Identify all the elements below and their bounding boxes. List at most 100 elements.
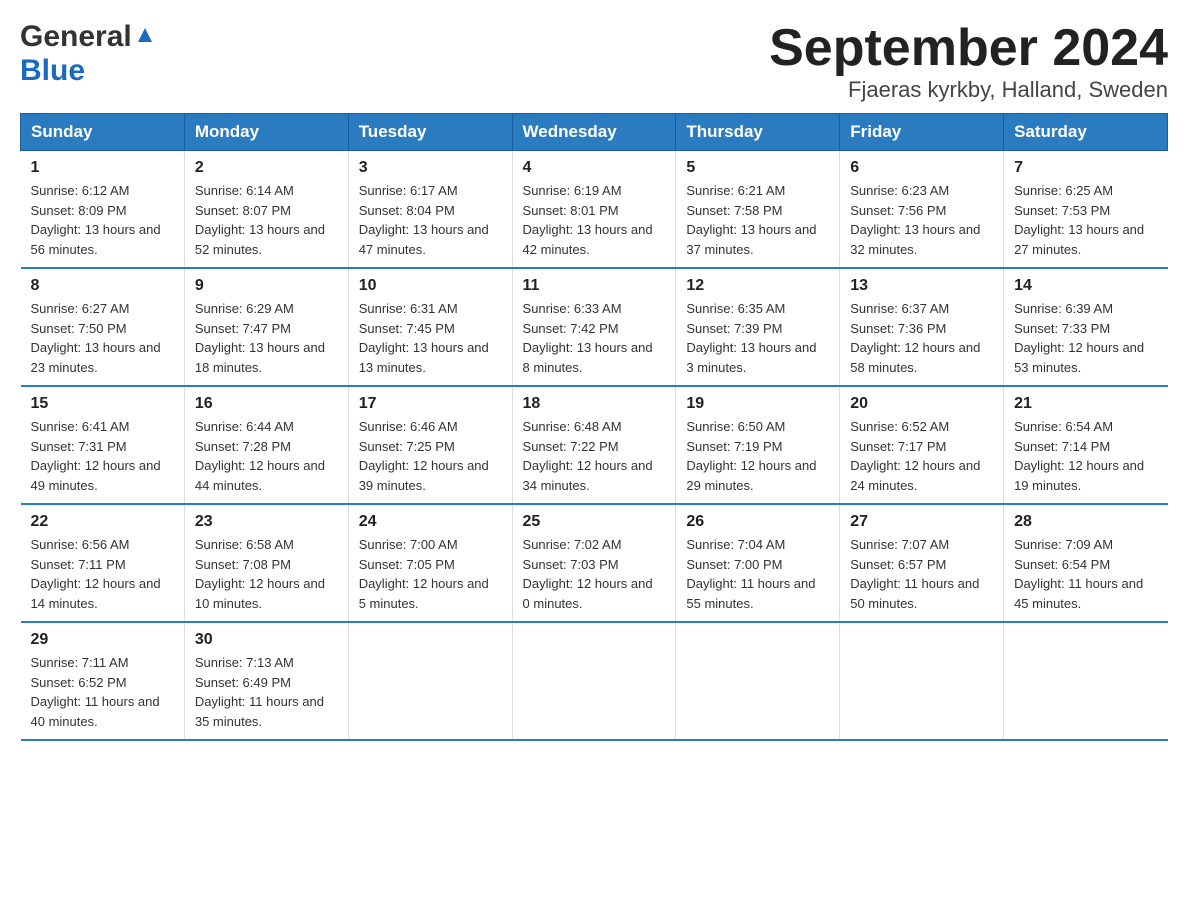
calendar-header: Sunday Monday Tuesday Wednesday Thursday… <box>21 114 1168 151</box>
day-info: Sunrise: 6:50 AM Sunset: 7:19 PM Dayligh… <box>686 417 829 495</box>
calendar-cell: 1 Sunrise: 6:12 AM Sunset: 8:09 PM Dayli… <box>21 151 185 269</box>
calendar-cell: 21 Sunrise: 6:54 AM Sunset: 7:14 PM Dayl… <box>1004 386 1168 504</box>
calendar-table: Sunday Monday Tuesday Wednesday Thursday… <box>20 113 1168 741</box>
calendar-cell: 4 Sunrise: 6:19 AM Sunset: 8:01 PM Dayli… <box>512 151 676 269</box>
calendar-cell: 11 Sunrise: 6:33 AM Sunset: 7:42 PM Dayl… <box>512 268 676 386</box>
day-number: 15 <box>31 395 174 413</box>
location-title: Fjaeras kyrkby, Halland, Sweden <box>769 77 1168 103</box>
day-info: Sunrise: 6:58 AM Sunset: 7:08 PM Dayligh… <box>195 535 338 613</box>
calendar-week-row: 15 Sunrise: 6:41 AM Sunset: 7:31 PM Dayl… <box>21 386 1168 504</box>
day-number: 8 <box>31 277 174 295</box>
page-header: General Blue September 2024 Fjaeras kyrk… <box>20 20 1168 103</box>
header-friday: Friday <box>840 114 1004 151</box>
header-sunday: Sunday <box>21 114 185 151</box>
day-info: Sunrise: 7:09 AM Sunset: 6:54 PM Dayligh… <box>1014 535 1157 613</box>
day-number: 30 <box>195 631 338 649</box>
header-wednesday: Wednesday <box>512 114 676 151</box>
day-number: 16 <box>195 395 338 413</box>
day-number: 10 <box>359 277 502 295</box>
weekday-header-row: Sunday Monday Tuesday Wednesday Thursday… <box>21 114 1168 151</box>
day-number: 20 <box>850 395 993 413</box>
day-number: 4 <box>523 159 666 177</box>
calendar-cell <box>348 622 512 740</box>
day-info: Sunrise: 6:54 AM Sunset: 7:14 PM Dayligh… <box>1014 417 1157 495</box>
day-number: 13 <box>850 277 993 295</box>
day-number: 29 <box>31 631 174 649</box>
calendar-cell: 28 Sunrise: 7:09 AM Sunset: 6:54 PM Dayl… <box>1004 504 1168 622</box>
day-number: 2 <box>195 159 338 177</box>
day-number: 19 <box>686 395 829 413</box>
calendar-week-row: 22 Sunrise: 6:56 AM Sunset: 7:11 PM Dayl… <box>21 504 1168 622</box>
day-info: Sunrise: 6:39 AM Sunset: 7:33 PM Dayligh… <box>1014 299 1157 377</box>
calendar-cell: 7 Sunrise: 6:25 AM Sunset: 7:53 PM Dayli… <box>1004 151 1168 269</box>
day-info: Sunrise: 6:25 AM Sunset: 7:53 PM Dayligh… <box>1014 181 1157 259</box>
day-info: Sunrise: 6:27 AM Sunset: 7:50 PM Dayligh… <box>31 299 174 377</box>
day-number: 24 <box>359 513 502 531</box>
calendar-cell: 8 Sunrise: 6:27 AM Sunset: 7:50 PM Dayli… <box>21 268 185 386</box>
calendar-cell: 16 Sunrise: 6:44 AM Sunset: 7:28 PM Dayl… <box>184 386 348 504</box>
day-number: 27 <box>850 513 993 531</box>
calendar-cell: 3 Sunrise: 6:17 AM Sunset: 8:04 PM Dayli… <box>348 151 512 269</box>
calendar-cell: 22 Sunrise: 6:56 AM Sunset: 7:11 PM Dayl… <box>21 504 185 622</box>
day-info: Sunrise: 6:35 AM Sunset: 7:39 PM Dayligh… <box>686 299 829 377</box>
day-info: Sunrise: 7:07 AM Sunset: 6:57 PM Dayligh… <box>850 535 993 613</box>
day-info: Sunrise: 6:41 AM Sunset: 7:31 PM Dayligh… <box>31 417 174 495</box>
calendar-cell: 9 Sunrise: 6:29 AM Sunset: 7:47 PM Dayli… <box>184 268 348 386</box>
day-number: 9 <box>195 277 338 295</box>
header-saturday: Saturday <box>1004 114 1168 151</box>
day-info: Sunrise: 7:04 AM Sunset: 7:00 PM Dayligh… <box>686 535 829 613</box>
day-info: Sunrise: 7:13 AM Sunset: 6:49 PM Dayligh… <box>195 653 338 731</box>
day-number: 17 <box>359 395 502 413</box>
day-number: 23 <box>195 513 338 531</box>
day-info: Sunrise: 6:48 AM Sunset: 7:22 PM Dayligh… <box>523 417 666 495</box>
calendar-cell: 15 Sunrise: 6:41 AM Sunset: 7:31 PM Dayl… <box>21 386 185 504</box>
logo: General Blue <box>20 20 156 88</box>
day-info: Sunrise: 6:44 AM Sunset: 7:28 PM Dayligh… <box>195 417 338 495</box>
day-info: Sunrise: 6:23 AM Sunset: 7:56 PM Dayligh… <box>850 181 993 259</box>
day-number: 25 <box>523 513 666 531</box>
calendar-cell: 18 Sunrise: 6:48 AM Sunset: 7:22 PM Dayl… <box>512 386 676 504</box>
day-number: 26 <box>686 513 829 531</box>
day-number: 11 <box>523 277 666 295</box>
day-info: Sunrise: 6:19 AM Sunset: 8:01 PM Dayligh… <box>523 181 666 259</box>
calendar-cell <box>512 622 676 740</box>
calendar-cell: 19 Sunrise: 6:50 AM Sunset: 7:19 PM Dayl… <box>676 386 840 504</box>
calendar-cell: 6 Sunrise: 6:23 AM Sunset: 7:56 PM Dayli… <box>840 151 1004 269</box>
day-info: Sunrise: 6:31 AM Sunset: 7:45 PM Dayligh… <box>359 299 502 377</box>
header-monday: Monday <box>184 114 348 151</box>
calendar-week-row: 8 Sunrise: 6:27 AM Sunset: 7:50 PM Dayli… <box>21 268 1168 386</box>
day-info: Sunrise: 7:02 AM Sunset: 7:03 PM Dayligh… <box>523 535 666 613</box>
day-info: Sunrise: 6:37 AM Sunset: 7:36 PM Dayligh… <box>850 299 993 377</box>
calendar-cell: 12 Sunrise: 6:35 AM Sunset: 7:39 PM Dayl… <box>676 268 840 386</box>
day-number: 12 <box>686 277 829 295</box>
day-info: Sunrise: 7:11 AM Sunset: 6:52 PM Dayligh… <box>31 653 174 731</box>
calendar-cell: 13 Sunrise: 6:37 AM Sunset: 7:36 PM Dayl… <box>840 268 1004 386</box>
calendar-cell: 24 Sunrise: 7:00 AM Sunset: 7:05 PM Dayl… <box>348 504 512 622</box>
day-number: 3 <box>359 159 502 177</box>
header-thursday: Thursday <box>676 114 840 151</box>
calendar-cell <box>676 622 840 740</box>
calendar-cell: 2 Sunrise: 6:14 AM Sunset: 8:07 PM Dayli… <box>184 151 348 269</box>
calendar-cell: 26 Sunrise: 7:04 AM Sunset: 7:00 PM Dayl… <box>676 504 840 622</box>
calendar-week-row: 29 Sunrise: 7:11 AM Sunset: 6:52 PM Dayl… <box>21 622 1168 740</box>
calendar-cell <box>840 622 1004 740</box>
day-info: Sunrise: 6:21 AM Sunset: 7:58 PM Dayligh… <box>686 181 829 259</box>
logo-triangle-icon <box>134 24 156 46</box>
day-info: Sunrise: 6:17 AM Sunset: 8:04 PM Dayligh… <box>359 181 502 259</box>
day-info: Sunrise: 7:00 AM Sunset: 7:05 PM Dayligh… <box>359 535 502 613</box>
title-section: September 2024 Fjaeras kyrkby, Halland, … <box>769 20 1168 103</box>
calendar-cell: 27 Sunrise: 7:07 AM Sunset: 6:57 PM Dayl… <box>840 504 1004 622</box>
day-info: Sunrise: 6:14 AM Sunset: 8:07 PM Dayligh… <box>195 181 338 259</box>
calendar-body: 1 Sunrise: 6:12 AM Sunset: 8:09 PM Dayli… <box>21 151 1168 741</box>
day-number: 18 <box>523 395 666 413</box>
calendar-cell: 30 Sunrise: 7:13 AM Sunset: 6:49 PM Dayl… <box>184 622 348 740</box>
day-number: 1 <box>31 159 174 177</box>
day-info: Sunrise: 6:52 AM Sunset: 7:17 PM Dayligh… <box>850 417 993 495</box>
logo-general-text: General <box>20 20 132 54</box>
day-info: Sunrise: 6:29 AM Sunset: 7:47 PM Dayligh… <box>195 299 338 377</box>
calendar-cell: 25 Sunrise: 7:02 AM Sunset: 7:03 PM Dayl… <box>512 504 676 622</box>
day-info: Sunrise: 6:33 AM Sunset: 7:42 PM Dayligh… <box>523 299 666 377</box>
day-number: 21 <box>1014 395 1157 413</box>
day-number: 28 <box>1014 513 1157 531</box>
day-info: Sunrise: 6:12 AM Sunset: 8:09 PM Dayligh… <box>31 181 174 259</box>
